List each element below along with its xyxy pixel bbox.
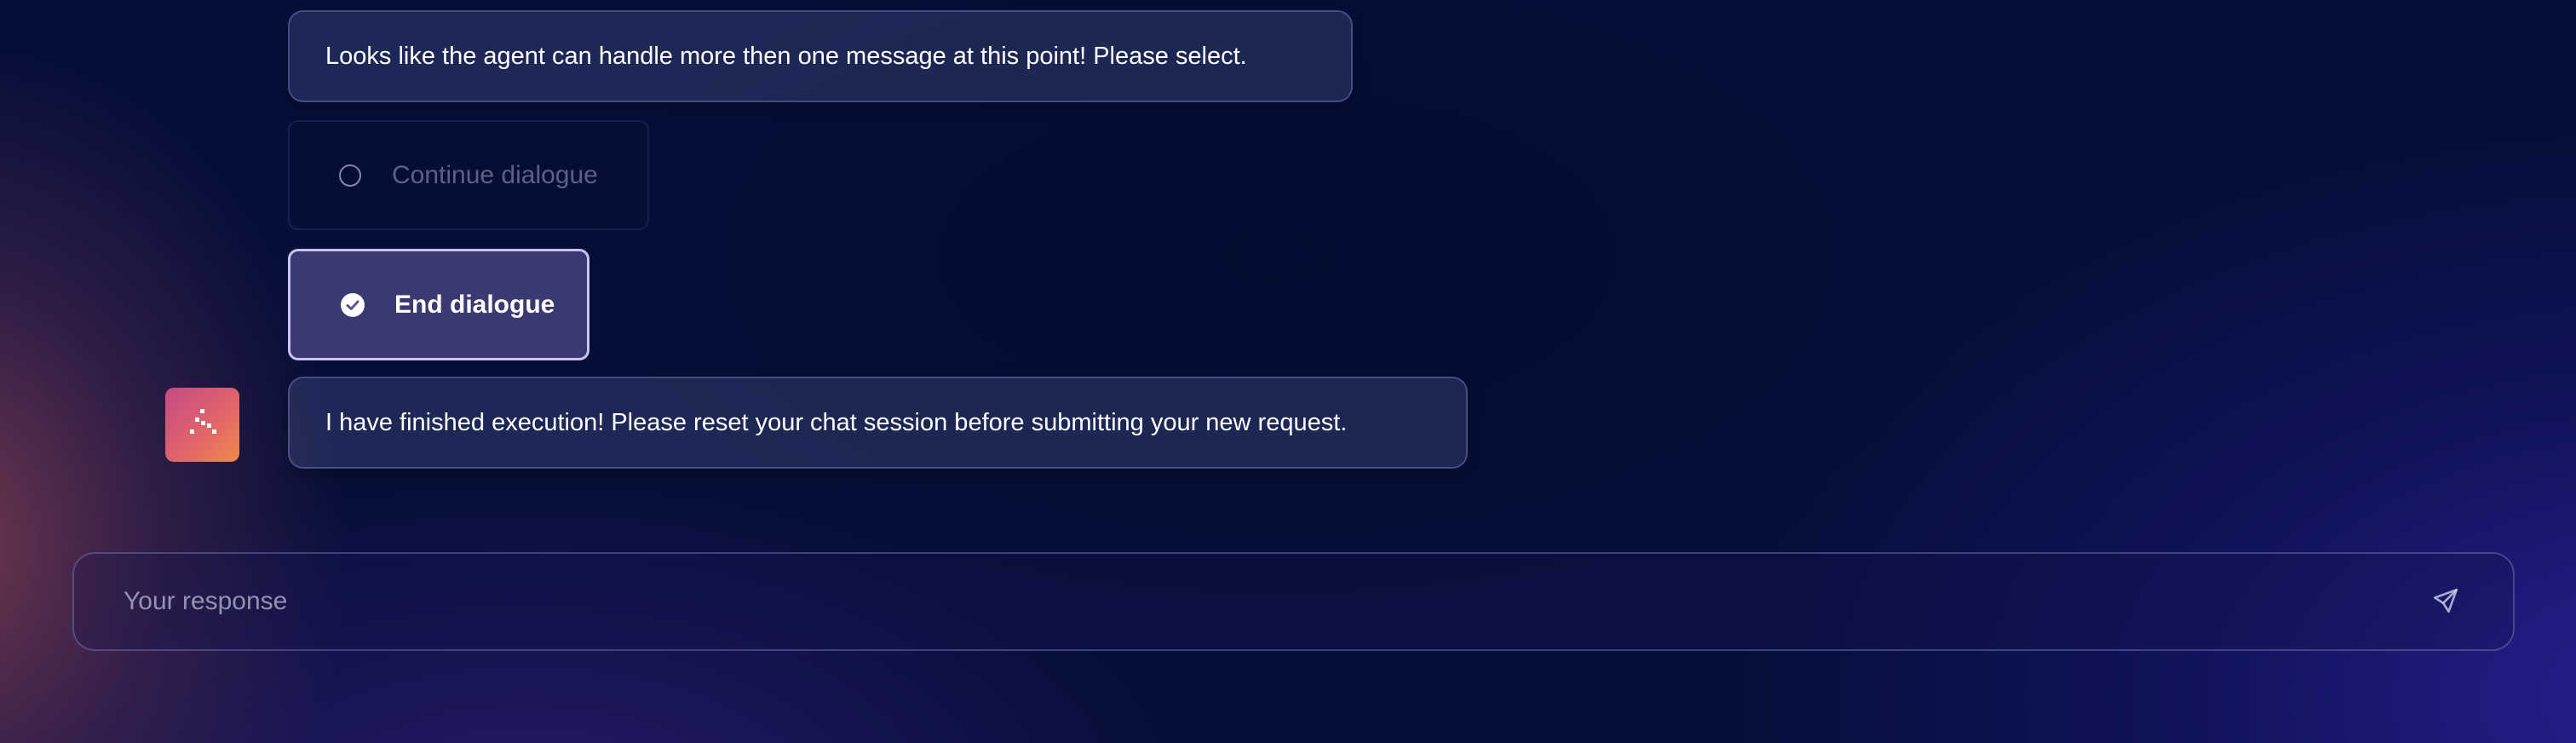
agent-message-selection-prompt: Looks like the agent can handle more the… bbox=[288, 10, 1353, 102]
radio-empty-icon bbox=[339, 164, 361, 187]
option-end-dialogue[interactable]: End dialogue bbox=[288, 249, 589, 360]
agent-avatar bbox=[165, 388, 239, 462]
check-circle-icon bbox=[340, 292, 365, 318]
agent-message-finished: I have finished execution! Please reset … bbox=[288, 377, 1468, 469]
send-button[interactable] bbox=[2429, 586, 2462, 619]
option-label: End dialogue bbox=[394, 290, 555, 319]
agent-dots-icon bbox=[184, 404, 221, 446]
response-input[interactable] bbox=[74, 554, 2513, 649]
option-continue-dialogue[interactable]: Continue dialogue bbox=[288, 120, 649, 230]
message-text: Looks like the agent can handle more the… bbox=[325, 42, 1247, 70]
option-label: Continue dialogue bbox=[392, 160, 598, 189]
send-icon bbox=[2431, 586, 2460, 619]
message-text: I have finished execution! Please reset … bbox=[325, 408, 1348, 436]
response-composer bbox=[72, 552, 2515, 651]
